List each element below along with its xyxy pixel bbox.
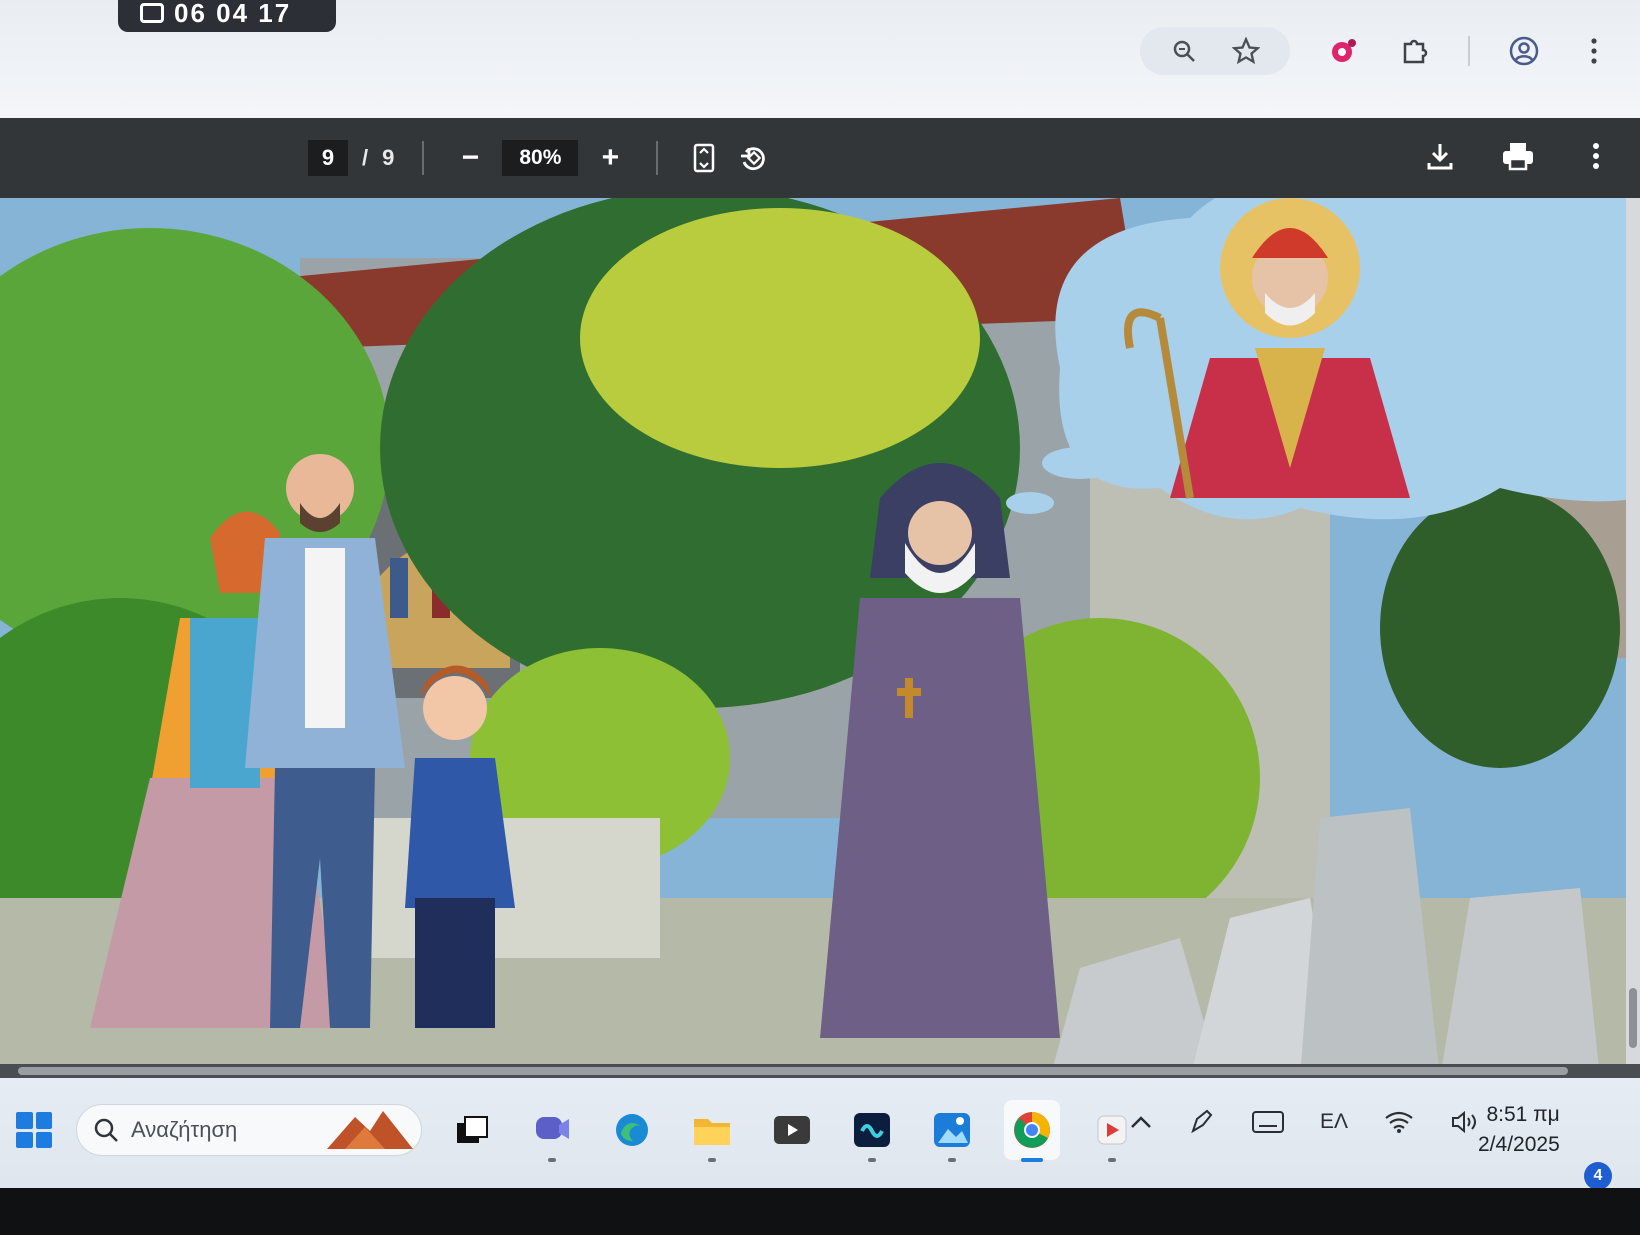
taskbar-search[interactable]: Αναζήτηση xyxy=(76,1104,422,1156)
print-icon[interactable] xyxy=(1500,138,1536,174)
toolbar-divider xyxy=(656,141,659,175)
download-icon[interactable] xyxy=(1422,138,1458,174)
pen-icon[interactable] xyxy=(1188,1108,1216,1136)
pdf-controls: 9 / 9 − 80% + xyxy=(308,138,772,178)
show-hidden-icons[interactable] xyxy=(1130,1115,1152,1129)
omnibox-actions xyxy=(1140,27,1290,75)
windows-start-icon[interactable] xyxy=(16,1112,52,1148)
recorder-time: 06 04 17 xyxy=(174,0,292,28)
zoom-out-button[interactable]: − xyxy=(452,140,488,176)
running-indicator xyxy=(948,1158,956,1162)
horizontal-scrollbar[interactable] xyxy=(0,1064,1640,1078)
toolbar-divider xyxy=(1468,36,1470,66)
clock-date: 2/4/2025 xyxy=(1478,1133,1560,1156)
running-indicator xyxy=(708,1158,716,1162)
zoom-in-button[interactable]: + xyxy=(592,140,628,176)
system-tray: ΕΛ xyxy=(1130,1108,1480,1136)
media-player-icon[interactable] xyxy=(764,1100,820,1160)
page-separator: / xyxy=(362,145,369,170)
taskbar-apps xyxy=(444,1100,1140,1162)
windows-taskbar: Αναζήτηση ΕΛ 8:51 πμ 2/4/2025 4 xyxy=(0,1078,1640,1190)
input-language[interactable]: ΕΛ xyxy=(1320,1110,1348,1134)
recorder-icon xyxy=(140,3,164,23)
search-icon xyxy=(94,1118,118,1142)
vertical-scroll-thumb[interactable] xyxy=(1629,988,1637,1048)
zoom-icon[interactable] xyxy=(1168,35,1200,67)
puzzle-icon[interactable] xyxy=(1398,35,1430,67)
vertical-scrollbar[interactable] xyxy=(1626,198,1640,1064)
browser-toolbar xyxy=(1080,22,1640,80)
running-indicator xyxy=(868,1158,876,1162)
task-view-icon[interactable] xyxy=(444,1100,500,1160)
illustration-image xyxy=(0,198,1640,1078)
clock-time: 8:51 πμ xyxy=(1486,1103,1560,1126)
clipchamp-icon[interactable] xyxy=(844,1100,900,1162)
notification-badge[interactable]: 4 xyxy=(1584,1162,1612,1190)
toolbar-divider xyxy=(422,141,425,175)
recorder-badge[interactable]: 06 04 17 xyxy=(118,0,336,32)
profile-icon[interactable] xyxy=(1508,35,1540,67)
more-vert-icon[interactable] xyxy=(1578,35,1610,67)
monitor-bezel xyxy=(0,1188,1640,1235)
search-highlight-icon xyxy=(327,1111,413,1149)
taskbar-clock[interactable]: 8:51 πμ 2/4/2025 xyxy=(1478,1100,1560,1160)
touch-keyboard-icon[interactable] xyxy=(1252,1111,1284,1133)
horizontal-scroll-thumb[interactable] xyxy=(18,1067,1568,1075)
running-indicator xyxy=(548,1158,556,1162)
pdf-actions xyxy=(1422,138,1614,174)
edge-browser-icon[interactable] xyxy=(604,1100,660,1160)
zoom-level-input[interactable]: 80% xyxy=(502,140,579,176)
wifi-icon[interactable] xyxy=(1384,1110,1414,1134)
fit-page-icon[interactable] xyxy=(686,140,722,176)
file-explorer-icon[interactable] xyxy=(684,1100,740,1162)
pdf-page-view[interactable] xyxy=(0,198,1640,1078)
browser-chrome: 06 04 17 xyxy=(0,0,1640,118)
extension-colorful-icon[interactable] xyxy=(1328,35,1360,67)
page-number-input[interactable]: 9 xyxy=(308,140,348,176)
photos-icon[interactable] xyxy=(924,1100,980,1162)
pdf-toolbar: 9 / 9 − 80% + xyxy=(0,118,1640,198)
active-indicator xyxy=(1021,1158,1043,1162)
rotate-icon[interactable] xyxy=(736,140,772,176)
teams-meet-icon[interactable] xyxy=(524,1100,580,1162)
page-total: 9 xyxy=(382,145,395,170)
star-icon[interactable] xyxy=(1230,35,1262,67)
chrome-icon[interactable] xyxy=(1004,1100,1060,1162)
running-indicator xyxy=(1108,1158,1116,1162)
search-placeholder: Αναζήτηση xyxy=(131,1117,238,1142)
volume-icon[interactable] xyxy=(1450,1110,1480,1134)
pdf-more-icon[interactable] xyxy=(1578,138,1614,174)
